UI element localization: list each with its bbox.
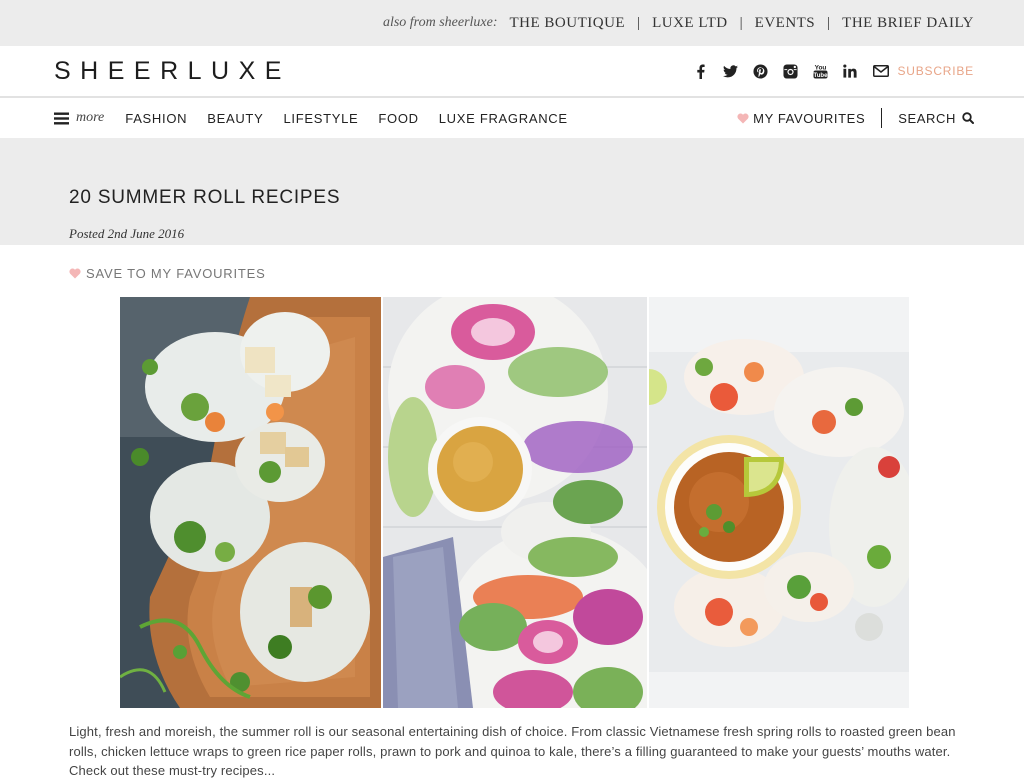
- also-from-label: also from sheerluxe:: [382, 15, 498, 30]
- pinterest-icon[interactable]: [752, 63, 768, 79]
- divider: |: [827, 14, 831, 31]
- youtube-icon[interactable]: You Tube: [812, 63, 828, 79]
- instagram-icon[interactable]: [782, 63, 798, 79]
- article-intro: Light, fresh and moreish, the summer rol…: [69, 724, 956, 778]
- page-title: 20 SUMMER ROLL RECIPES: [69, 187, 341, 208]
- link-events[interactable]: EVENTS: [755, 15, 816, 32]
- my-favourites-link[interactable]: MY FAVOURITES: [737, 111, 865, 126]
- nav-item-lifestyle[interactable]: LIFESTYLE: [283, 111, 358, 126]
- social-links: You Tube SUBSCRIBE: [678, 63, 974, 79]
- divider: [881, 108, 883, 128]
- summer-rolls-tofu-photo: [120, 297, 381, 708]
- nav-item-food[interactable]: FOOD: [378, 111, 418, 126]
- heart-icon: [69, 268, 81, 279]
- twitter-icon[interactable]: [722, 63, 738, 79]
- my-favourites-label: MY FAVOURITES: [753, 110, 866, 126]
- search-label: SEARCH: [898, 110, 956, 126]
- prawn-rolls-satay-dip-photo: [649, 297, 909, 708]
- article-image-collage[interactable]: [120, 297, 909, 708]
- search-icon: [962, 112, 974, 124]
- envelope-icon[interactable]: [872, 63, 889, 79]
- svg-text:You: You: [815, 64, 827, 71]
- heart-icon: [737, 113, 749, 123]
- link-luxe-ltd[interactable]: LUXE LTD: [652, 15, 728, 32]
- divider: |: [739, 14, 743, 31]
- facebook-icon[interactable]: [692, 63, 708, 79]
- more-label: more: [76, 110, 105, 125]
- nav-item-fashion[interactable]: FASHION: [125, 111, 187, 126]
- site-logo[interactable]: SHEERLUXE: [54, 57, 291, 86]
- site-header: SHEERLUXE You Tube SUBSCRIBE: [0, 46, 1024, 98]
- link-the-brief-daily[interactable]: THE BRIEF DAILY: [842, 15, 974, 32]
- link-the-boutique[interactable]: THE BOUTIQUE: [510, 15, 626, 32]
- save-to-favourites-label: SAVE TO MY FAVOURITES: [86, 266, 266, 281]
- main-nav: more FASHION BEAUTY LIFESTYLE FOOD LUXE …: [0, 98, 1024, 138]
- posted-date: Posted 2nd June 2016: [69, 226, 185, 241]
- subscribe-link[interactable]: SUBSCRIBE: [897, 64, 974, 78]
- article-header: 20 SUMMER ROLL RECIPES Posted 2nd June 2…: [0, 138, 1024, 245]
- more-menu-button[interactable]: more: [54, 110, 104, 126]
- nav-item-beauty[interactable]: BEAUTY: [207, 111, 263, 126]
- nav-item-luxe-fragrance[interactable]: LUXE FRAGRANCE: [439, 111, 568, 126]
- hamburger-icon: [54, 112, 69, 124]
- search-button[interactable]: SEARCH: [898, 111, 974, 126]
- linkedin-icon[interactable]: [842, 63, 858, 79]
- save-to-favourites-button[interactable]: SAVE TO MY FAVOURITES: [69, 266, 266, 281]
- divider: |: [637, 14, 641, 31]
- svg-text:Tube: Tube: [813, 73, 827, 79]
- sister-sites-bar: also from sheerluxe: THE BOUTIQUE | LUXE…: [0, 0, 1024, 46]
- beetroot-rolls-peanut-dip-photo: [383, 297, 647, 708]
